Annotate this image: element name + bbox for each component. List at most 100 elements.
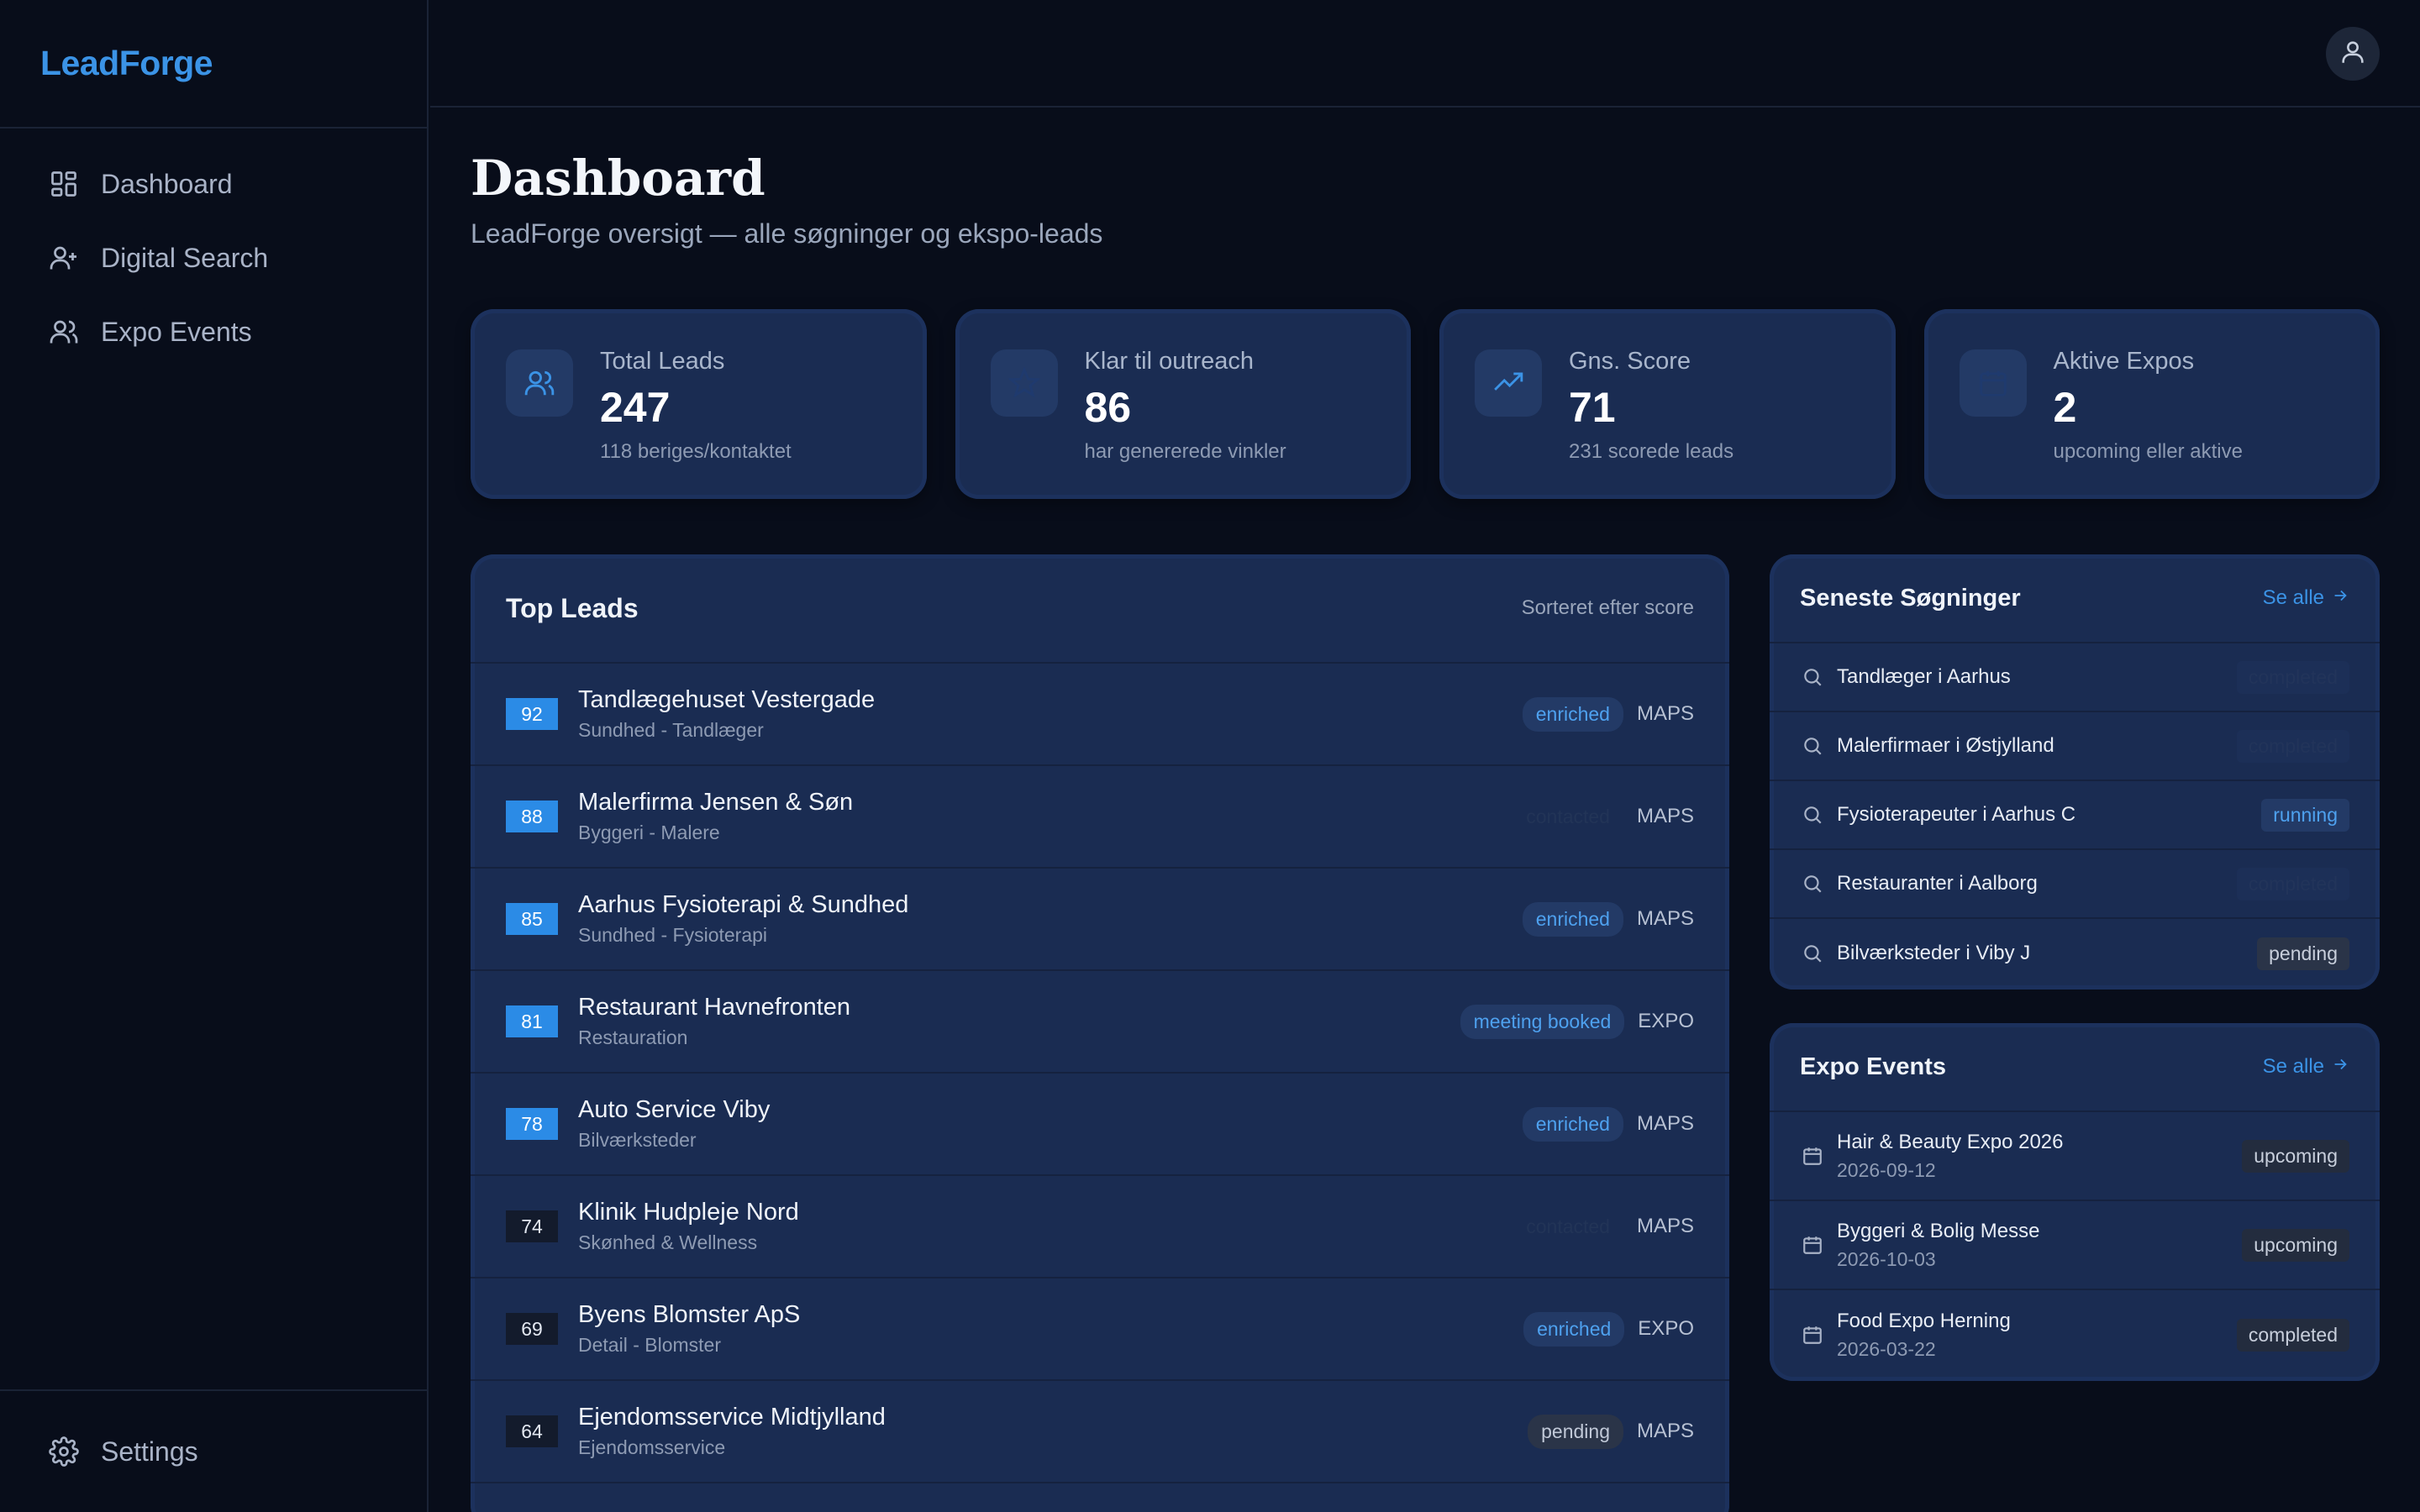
lead-name: Malerfirma Jensen & Søn <box>578 789 854 816</box>
settings-label: Settings <box>101 1436 198 1467</box>
recent-searches-title: Seneste Søgninger <box>1800 584 2021 612</box>
search-query: Fysioterapeuter i Aarhus C <box>1837 803 2076 826</box>
arrow-right-icon <box>2331 586 2349 611</box>
lead-row[interactable]: 92 Tandlægehuset Vestergade Sundhed - Tan… <box>471 664 1729 766</box>
stat-subtext: 231 scorede leads <box>1569 440 1734 463</box>
stat-label: Aktive Expos <box>2053 348 2195 375</box>
lead-row[interactable]: 78 Auto Service Viby Bilværksteder enrich… <box>471 1074 1729 1176</box>
calendar-icon <box>1800 1232 1825 1257</box>
lead-row[interactable]: 64 Ejendomsservice Midtjylland Ejendomsse… <box>471 1381 1729 1483</box>
stat-label: Total Leads <box>600 348 725 375</box>
see-all-expos-link[interactable]: Se alle <box>2263 1055 2349 1079</box>
score-badge: 74 <box>506 1210 558 1242</box>
search-icon <box>1800 941 1825 966</box>
status-badge: enriched <box>1522 696 1623 732</box>
gear-icon <box>47 1435 81 1468</box>
sidebar-item-settings[interactable]: Settings <box>0 1389 427 1512</box>
lead-category: Skønhed & Wellness <box>578 1231 758 1253</box>
star-icon <box>990 349 1058 417</box>
stat-subtext: har genererede vinkler <box>1084 440 1286 463</box>
expo-events-panel: Expo Events Se alle Hair & Beauty Expo 2… <box>1770 1023 2380 1381</box>
expo-events-header: Expo Events Se alle <box>1770 1023 2380 1112</box>
calendar-icon <box>1959 349 2027 417</box>
source-label: MAPS <box>1636 1112 1694 1135</box>
stat-card-total-leads: Total Leads 247 118 beriges/kontaktet <box>471 309 927 499</box>
source-label: MAPS <box>1636 1215 1694 1237</box>
brand-area: LeadForge <box>0 0 427 129</box>
see-all-label: Se alle <box>2262 1055 2324 1078</box>
search-query: Restauranter i Aalborg <box>1837 872 2038 895</box>
lead-row[interactable]: 88 Malerfirma Jensen & Søn Byggeri - Male… <box>471 766 1729 869</box>
sidebar-item-dashboard[interactable]: Dashboard <box>0 147 427 221</box>
status-badge: meeting booked <box>1460 1004 1625 1039</box>
search-row[interactable]: Restauranter i Aalborg completed <box>1770 850 2380 919</box>
stat-label: Gns. Score <box>1569 348 1691 375</box>
expo-name: Byggeri & Bolig Messe <box>1837 1219 2040 1242</box>
see-all-label: Se alle <box>2262 586 2324 609</box>
score-badge: 64 <box>506 1415 558 1447</box>
sidebar-item-label: Digital Search <box>101 242 269 273</box>
lead-row[interactable]: 81 Restaurant Havnefronten Restauration m… <box>471 971 1729 1074</box>
lead-name: Klinik Hudpleje Nord <box>578 1199 799 1226</box>
sidebar-item-expo-events[interactable]: Expo Events <box>0 295 427 369</box>
sidebar: LeadForge Dashboard Digital Search Expo … <box>0 0 429 1512</box>
lead-name: Tandlægehuset Vestergade <box>578 686 876 713</box>
search-row[interactable]: Malerfirmaer i Østjylland completed <box>1770 712 2380 781</box>
page-title: Dashboard <box>471 150 765 207</box>
lead-name: Auto Service Viby <box>578 1096 771 1123</box>
expo-row[interactable]: Food Expo Herning 2026-03-22 completed <box>1770 1290 2380 1379</box>
search-query: Tandlæger i Aarhus <box>1837 665 2011 688</box>
lead-category: Bilværksteder <box>578 1129 697 1151</box>
brand-logo[interactable]: LeadForge <box>40 44 213 83</box>
stat-value: 247 <box>600 384 671 431</box>
lead-row[interactable]: 85 Aarhus Fysioterapi & Sundhed Sundhed -… <box>471 869 1729 971</box>
expo-row[interactable]: Hair & Beauty Expo 2026 2026-09-12 upcomi… <box>1770 1112 2380 1201</box>
lead-category: Sundhed - Fysioterapi <box>578 924 768 946</box>
status-badge: contacted <box>1526 805 1610 827</box>
user-plus-icon <box>47 241 81 275</box>
search-icon <box>1800 733 1825 759</box>
score-badge: 78 <box>506 1108 558 1140</box>
lead-row[interactable]: 74 Klinik Hudpleje Nord Skønhed & Wellnes… <box>471 1176 1729 1278</box>
expo-events-title: Expo Events <box>1800 1053 1947 1080</box>
sidebar-item-digital-search[interactable]: Digital Search <box>0 221 427 295</box>
stat-value: 86 <box>1084 384 1132 431</box>
top-leads-header: Top Leads Sorteret efter score <box>471 554 1729 664</box>
source-label: MAPS <box>1636 1420 1694 1442</box>
search-status-badge: running <box>2261 798 2349 832</box>
search-row[interactable]: Tandlæger i Aarhus completed <box>1770 643 2380 712</box>
top-leads-panel: Top Leads Sorteret efter score 92 Tandlæ… <box>471 554 1729 1512</box>
user-icon <box>2338 38 2367 71</box>
calendar-icon <box>1800 1322 1825 1347</box>
sort-note: Sorteret efter score <box>1521 596 1694 619</box>
search-icon <box>1800 802 1825 827</box>
dashboard-grid-icon <box>47 167 81 201</box>
search-status-badge: completed <box>2236 660 2349 694</box>
search-status-badge: pending <box>2257 937 2349 970</box>
user-avatar-button[interactable] <box>2326 27 2380 81</box>
stat-card-active-expos: Aktive Expos 2 upcoming eller aktive <box>1923 309 2380 499</box>
source-label: EXPO <box>1638 1010 1694 1032</box>
stat-card-ready-outreach: Klar til outreach 86 har genererede vink… <box>955 309 1411 499</box>
stat-value: 71 <box>1569 384 1616 431</box>
page-subtitle: LeadForge oversigt — alle søgninger og e… <box>471 218 1103 249</box>
stat-subtext: 118 beriges/kontaktet <box>600 440 792 463</box>
status-badge: contacted <box>1526 1215 1610 1237</box>
search-query: Malerfirmaer i Østjylland <box>1837 734 2054 757</box>
lead-row[interactable]: 69 Byens Blomster ApS Detail - Blomster e… <box>471 1278 1729 1381</box>
stat-card-avg-score: Gns. Score 71 231 scorede leads <box>1439 309 1896 499</box>
search-row[interactable]: Bilværksteder i Viby J pending <box>1770 919 2380 988</box>
see-all-searches-link[interactable]: Se alle <box>2263 586 2349 611</box>
expo-name: Food Expo Herning <box>1837 1309 2011 1332</box>
lead-category: Sundhed - Tandlæger <box>578 719 764 741</box>
search-row[interactable]: Fysioterapeuter i Aarhus C running <box>1770 781 2380 850</box>
source-label: MAPS <box>1636 907 1694 930</box>
expo-row[interactable]: Byggeri & Bolig Messe 2026-10-03 upcoming <box>1770 1201 2380 1290</box>
expo-status-badge: completed <box>2236 1318 2349 1352</box>
lead-category: Byggeri - Malere <box>578 822 720 843</box>
score-badge: 85 <box>506 903 558 935</box>
status-badge: enriched <box>1523 1311 1625 1347</box>
stat-label: Klar til outreach <box>1084 348 1255 375</box>
lead-name: Aarhus Fysioterapi & Sundhed <box>578 891 909 918</box>
source-label: MAPS <box>1636 805 1694 827</box>
